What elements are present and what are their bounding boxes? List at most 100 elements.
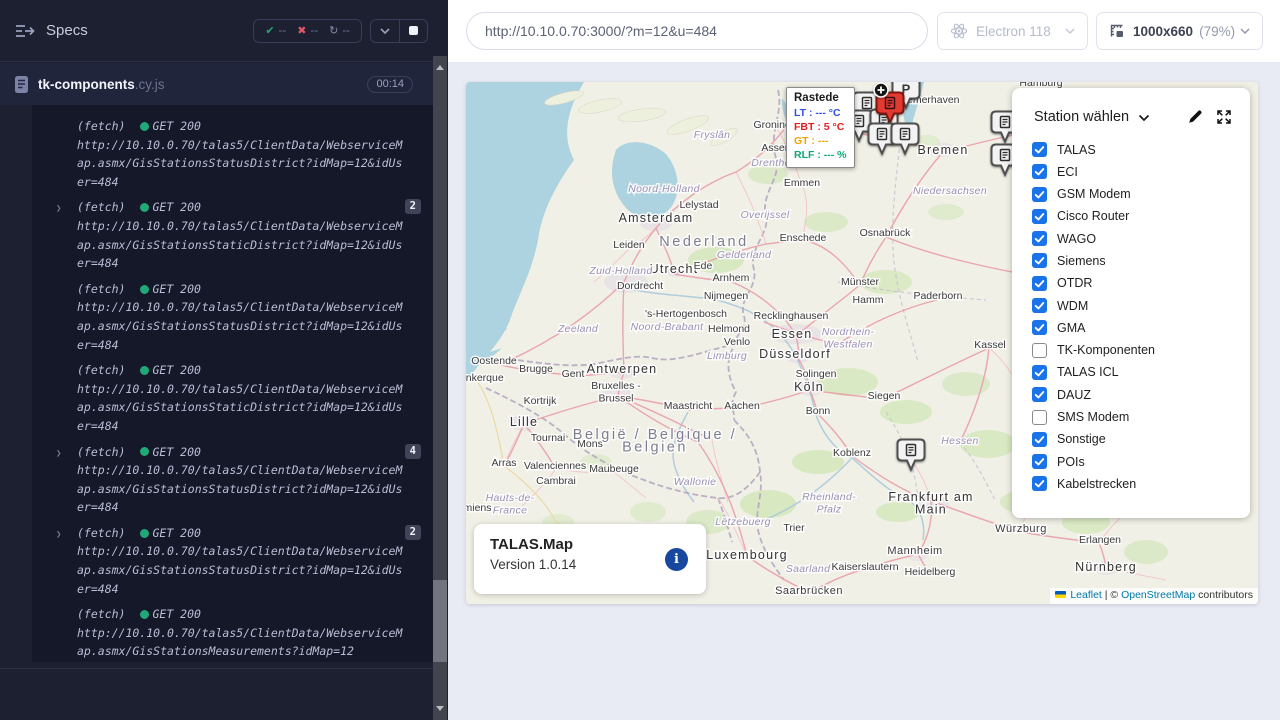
log-url: http://10.10.0.70/talas5/ClientData/Webs… <box>77 380 409 436</box>
station-label: TK-Komponenten <box>1057 343 1155 357</box>
station-tooltip: Rastede LT : --- °CFBT : 5 °CGT : ---RLF… <box>786 87 855 168</box>
station-checkbox-row[interactable]: TK-Komponenten <box>1032 343 1250 358</box>
command-log: (fetch) GET 200 http://10.10.0.70/talas5/C… <box>32 105 433 662</box>
station-marker[interactable] <box>896 438 926 472</box>
log-method-status: GET 200 <box>152 280 200 299</box>
viewport-select[interactable]: 1000x660 (79%) <box>1096 12 1263 50</box>
spec-row[interactable]: tk-components.cy.js 00:14 <box>0 63 433 105</box>
station-checkbox-row[interactable]: DAUZ <box>1032 387 1250 402</box>
viewport-ruler-icon <box>1109 23 1125 39</box>
chevron-down-icon <box>1240 28 1250 34</box>
info-icon[interactable]: i <box>665 548 688 571</box>
checkbox-checked[interactable] <box>1032 164 1047 179</box>
expand-chevron-icon[interactable]: ❯ <box>56 445 61 464</box>
checkbox-checked[interactable] <box>1032 476 1047 491</box>
expand-chevron-icon[interactable]: ❯ <box>56 200 61 219</box>
reporter-scrollbar[interactable] <box>433 56 447 720</box>
station-checkbox-row[interactable]: WAGO <box>1032 231 1250 246</box>
station-marker[interactable] <box>890 122 920 156</box>
chevron-down-icon[interactable] <box>1138 114 1150 122</box>
stop-icon <box>409 26 418 35</box>
log-url: http://10.10.0.70/talas5/ClientData/Webs… <box>77 624 409 661</box>
chevron-down-icon <box>380 28 390 34</box>
checkbox-checked[interactable] <box>1032 231 1047 246</box>
station-label: Sonstige <box>1057 432 1106 446</box>
checkbox-checked[interactable] <box>1032 432 1047 447</box>
log-event-type: (fetch) <box>77 198 125 217</box>
station-checkbox-row[interactable]: GSM Modem <box>1032 187 1250 202</box>
expand-icon <box>1216 109 1232 125</box>
station-checkbox-row[interactable]: Kabelstrecken <box>1032 476 1250 491</box>
network-log-entry[interactable]: (fetch)GET 200http://10.10.0.70/talas5/C… <box>32 117 433 191</box>
network-log-entry[interactable]: ❯(fetch)GET 2002http://10.10.0.70/talas5… <box>32 198 433 272</box>
station-label: TALAS <box>1057 143 1096 157</box>
station-label: WAGO <box>1057 232 1096 246</box>
log-url: http://10.10.0.70/talas5/ClientData/Webs… <box>77 461 409 517</box>
station-checkbox-row[interactable]: Sonstige <box>1032 432 1250 447</box>
cluster-plus-marker[interactable] <box>872 82 890 99</box>
checkbox-checked[interactable] <box>1032 320 1047 335</box>
checkbox-checked[interactable] <box>1032 276 1047 291</box>
checkbox-checked[interactable] <box>1032 387 1047 402</box>
browser-select[interactable]: Electron 118 <box>937 12 1088 50</box>
log-event-type: (fetch) <box>77 361 125 380</box>
address-bar[interactable] <box>466 12 928 50</box>
log-method-status: GET 200 <box>152 117 200 136</box>
checkbox-checked[interactable] <box>1032 298 1047 313</box>
checkbox-unchecked[interactable] <box>1032 343 1047 358</box>
station-checkbox-row[interactable]: WDM <box>1032 298 1250 313</box>
passed-count: -- <box>279 25 287 37</box>
leaflet-map[interactable]: HamburgBremerhavenBremenNiedersachsenGro… <box>466 82 1258 604</box>
checkbox-checked[interactable] <box>1032 365 1047 380</box>
leaflet-link[interactable]: Leaflet <box>1070 589 1102 601</box>
network-log-entry[interactable]: ❯(fetch)GET 2002http://10.10.0.70/talas5… <box>32 524 433 598</box>
station-checkbox-row[interactable]: SMS Modem <box>1032 410 1250 425</box>
failed-count: -- <box>310 25 318 37</box>
specs-menu-icon[interactable] <box>14 23 36 39</box>
station-checkbox-row[interactable]: OTDR <box>1032 276 1250 291</box>
station-label: GSM Modem <box>1057 187 1131 201</box>
scrollbar-thumb[interactable] <box>433 580 447 662</box>
checkbox-checked[interactable] <box>1032 187 1047 202</box>
checkbox-checked[interactable] <box>1032 142 1047 157</box>
scroll-up-icon[interactable] <box>436 61 444 70</box>
station-label: SMS Modem <box>1057 410 1129 424</box>
scroll-down-icon[interactable] <box>436 706 444 715</box>
log-event-type: (fetch) <box>77 443 125 462</box>
checkbox-checked[interactable] <box>1032 454 1047 469</box>
log-url: http://10.10.0.70/talas5/ClientData/Webs… <box>77 542 409 598</box>
log-event-type: (fetch) <box>77 524 125 543</box>
edit-button[interactable] <box>1187 109 1203 125</box>
stop-button[interactable] <box>399 20 427 42</box>
station-checkbox-row[interactable]: TALAS <box>1032 142 1250 157</box>
map-attribution: Leaflet | © OpenStreetMap contributors <box>1050 588 1258 604</box>
collapse-button[interactable] <box>371 20 399 42</box>
station-checkbox-row[interactable]: Cisco Router <box>1032 209 1250 224</box>
expand-chevron-icon[interactable]: ❯ <box>56 526 61 545</box>
chevron-down-icon <box>1065 28 1075 34</box>
network-log-entry[interactable]: (fetch)GET 200http://10.10.0.70/talas5/C… <box>32 605 433 661</box>
passed-icon: ✔ <box>265 24 274 37</box>
network-log-entry[interactable]: (fetch)GET 200http://10.10.0.70/talas5/C… <box>32 361 433 435</box>
station-checkbox-row[interactable]: ECI <box>1032 164 1250 179</box>
checkbox-checked[interactable] <box>1032 253 1047 268</box>
tooltip-measurement: GT : --- <box>794 134 847 148</box>
osm-link[interactable]: OpenStreetMap <box>1121 589 1195 601</box>
log-event-type: (fetch) <box>77 117 125 136</box>
cypress-reporter: Specs ✔-- ✖-- ↻-- tk-components.cy.js 00… <box>0 0 448 720</box>
station-label: Cisco Router <box>1057 209 1129 223</box>
ukraine-flag-icon <box>1055 591 1066 598</box>
checkbox-unchecked[interactable] <box>1032 410 1047 425</box>
station-checkbox-row[interactable]: TALAS ICL <box>1032 365 1250 380</box>
network-log-entry[interactable]: ❯(fetch)GET 2004http://10.10.0.70/talas5… <box>32 443 433 517</box>
electron-icon <box>950 22 968 40</box>
reporter-header: Specs ✔-- ✖-- ↻-- <box>0 0 433 62</box>
network-log-entry[interactable]: (fetch)GET 200http://10.10.0.70/talas5/C… <box>32 280 433 354</box>
station-label: DAUZ <box>1057 388 1091 402</box>
station-checkbox-row[interactable]: GMA <box>1032 320 1250 335</box>
checkbox-checked[interactable] <box>1032 209 1047 224</box>
station-checkbox-row[interactable]: POIs <box>1032 454 1250 469</box>
expand-button[interactable] <box>1216 109 1232 125</box>
log-url: http://10.10.0.70/talas5/ClientData/Webs… <box>77 217 409 273</box>
station-checkbox-row[interactable]: Siemens <box>1032 253 1250 268</box>
